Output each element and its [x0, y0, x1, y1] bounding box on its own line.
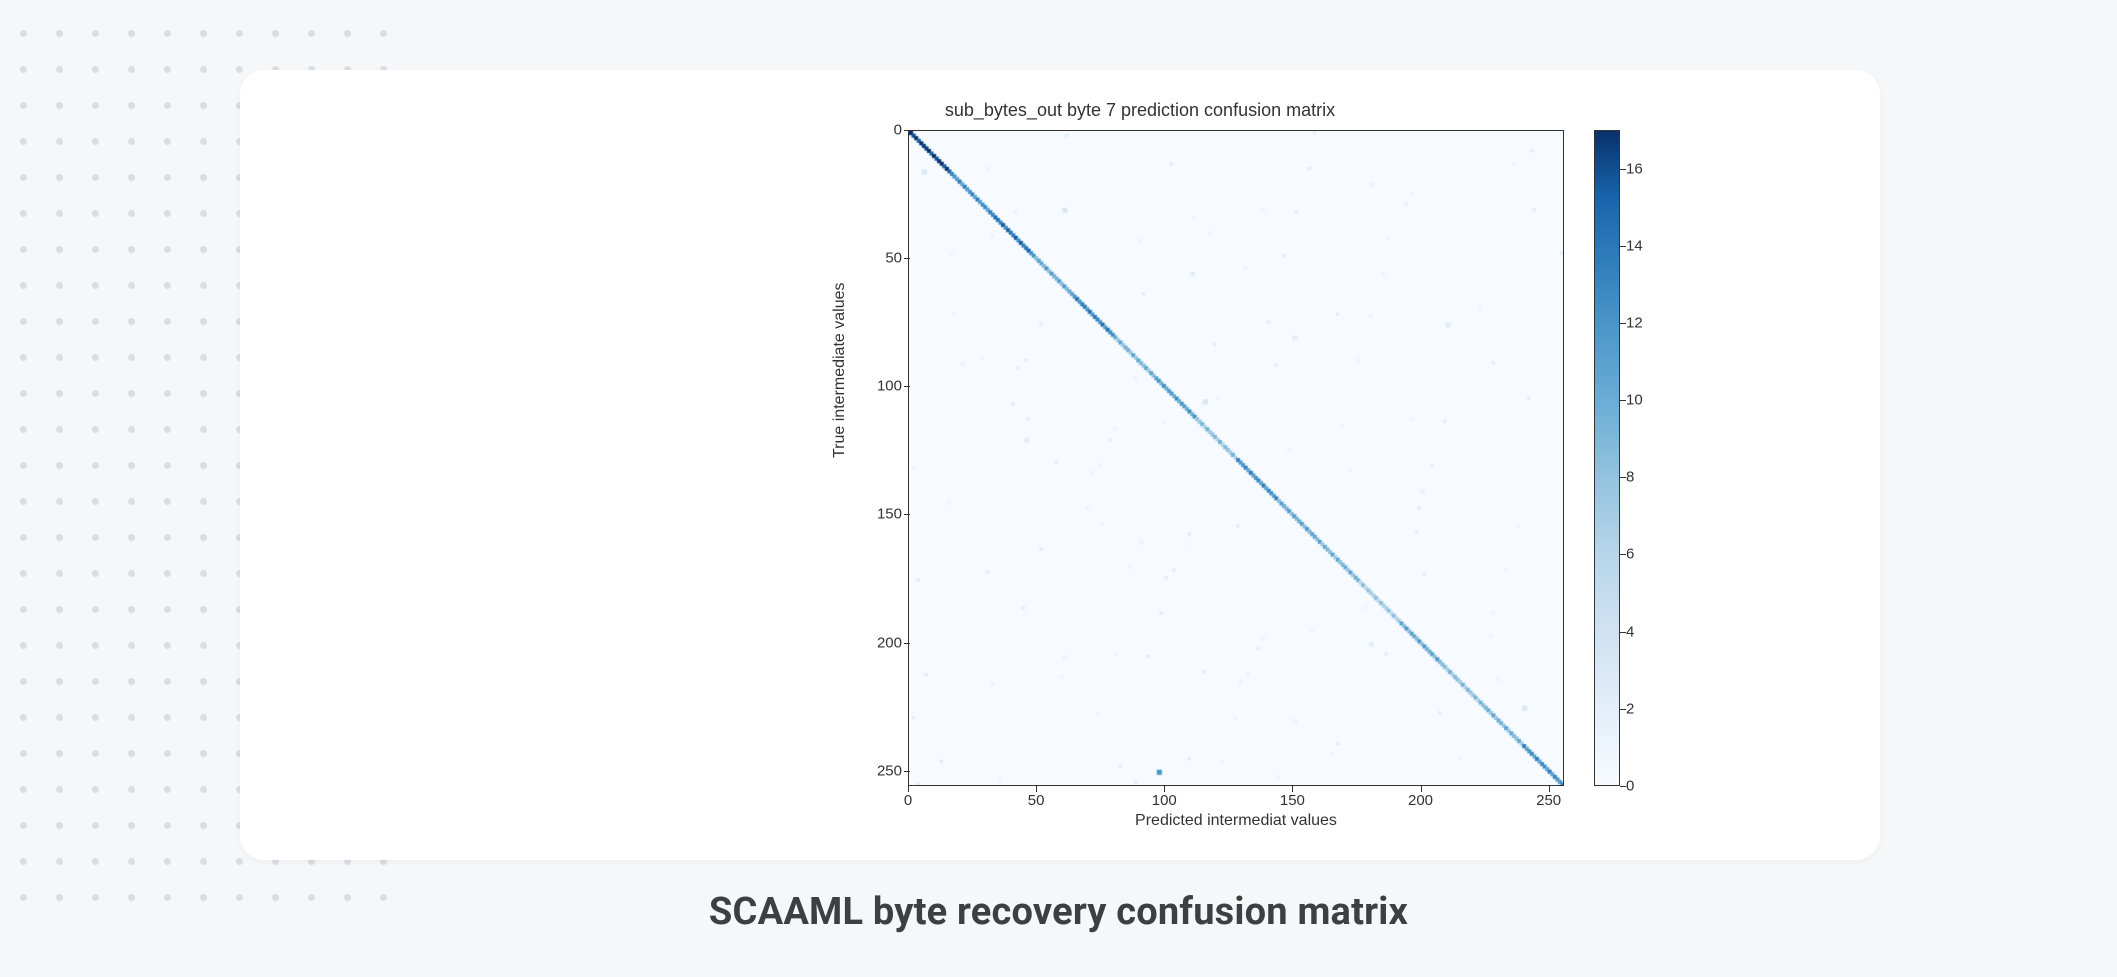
heatmap-canvas — [909, 131, 1563, 785]
figure-card: sub_bytes_out byte 7 prediction confusio… — [240, 70, 1880, 860]
colorbar-tick-label: 16 — [1626, 160, 1643, 177]
colorbar-tick-label: 0 — [1626, 778, 1634, 795]
x-tick-label: 250 — [1529, 792, 1569, 809]
colorbar-tick-label: 6 — [1626, 546, 1634, 563]
x-tick-label: 200 — [1401, 792, 1441, 809]
x-tick-label: 150 — [1272, 792, 1312, 809]
colorbar-tick-label: 8 — [1626, 469, 1634, 486]
y-tick-label: 150 — [842, 506, 902, 523]
chart-title: sub_bytes_out byte 7 prediction confusio… — [700, 100, 1580, 121]
colorbar-tick-label: 10 — [1626, 392, 1643, 409]
figure-caption: SCAAML byte recovery confusion matrix — [0, 890, 2117, 934]
x-tick-label: 0 — [888, 792, 928, 809]
confusion-matrix-chart: sub_bytes_out byte 7 prediction confusio… — [700, 100, 1580, 840]
colorbar-tick-label: 2 — [1626, 700, 1634, 717]
y-tick-label: 250 — [842, 762, 902, 779]
x-tick-label: 100 — [1144, 792, 1184, 809]
x-axis-label: Predicted intermediat values — [908, 812, 1564, 830]
colorbar — [1594, 130, 1620, 786]
x-tick-label: 50 — [1016, 792, 1056, 809]
y-tick-label: 50 — [842, 250, 902, 267]
colorbar-tick-label: 4 — [1626, 623, 1634, 640]
y-tick-label: 200 — [842, 634, 902, 651]
heatmap-plot-area — [908, 130, 1564, 786]
colorbar-tick-label: 12 — [1626, 314, 1643, 331]
y-axis-label: True intermediate values — [831, 283, 849, 459]
y-tick-label: 0 — [842, 122, 902, 139]
colorbar-tick-label: 14 — [1626, 237, 1643, 254]
y-tick-label: 100 — [842, 378, 902, 395]
